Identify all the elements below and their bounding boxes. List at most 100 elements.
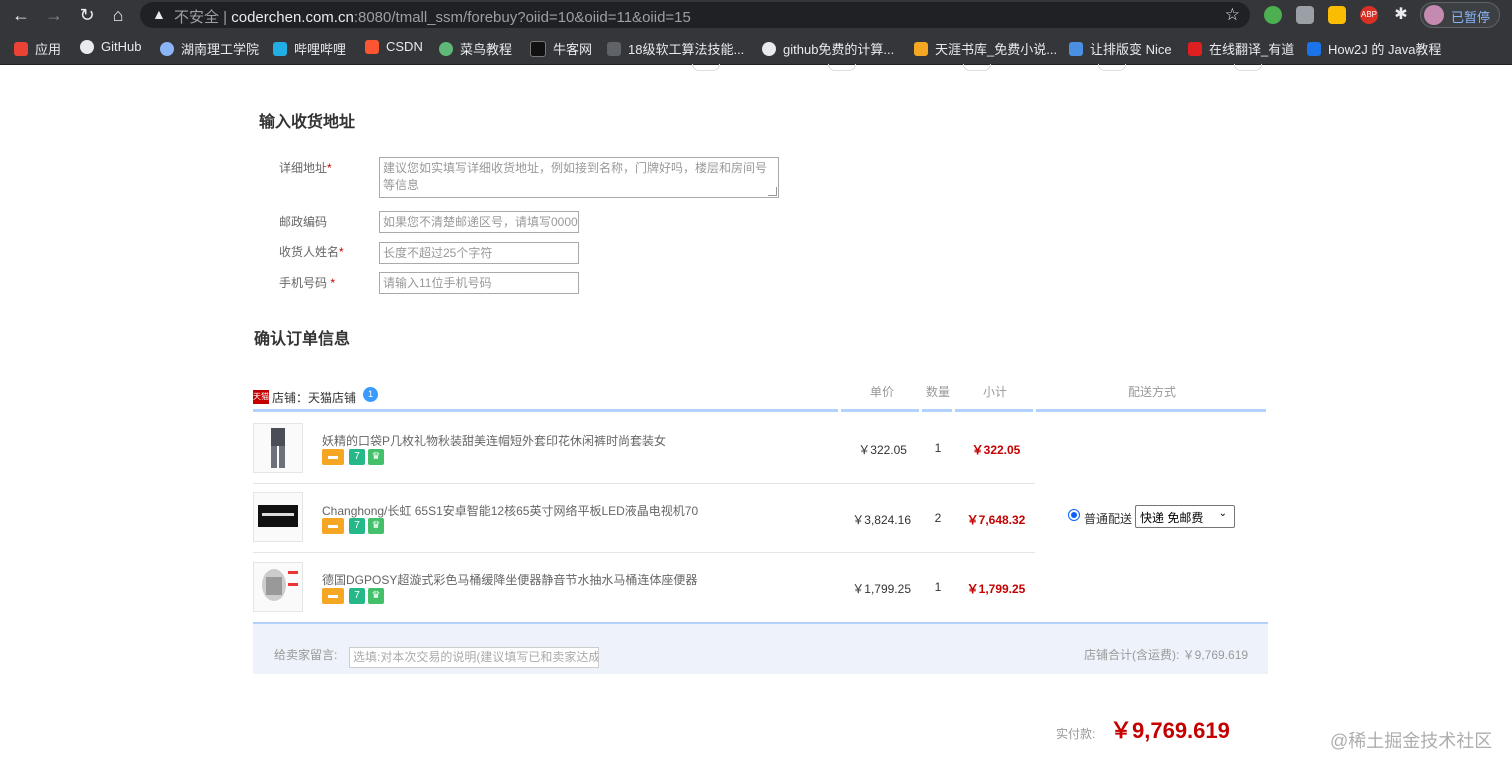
- product-name[interactable]: 妖精的口袋P几枚礼物秋装甜美连帽短外套印花休闲裤时尚套装女: [322, 432, 666, 449]
- bookmark-runoob[interactable]: 菜鸟教程: [439, 39, 512, 58]
- unit-price: ￥322.05: [858, 443, 907, 457]
- shop-name: 店铺：天猫店铺: [272, 391, 357, 405]
- receiver-label: 收货人姓名*: [279, 245, 344, 259]
- postcode-label: 邮政编码: [279, 215, 328, 229]
- unit-price: ￥1,799.25: [852, 582, 911, 596]
- clothing-icon: [271, 428, 285, 468]
- bookmark-tianya[interactable]: 天涯书库_免费小说...: [914, 39, 1057, 58]
- address-textarea[interactable]: 建议您如实填写详细收货地址，例如接到名称，门牌好吗，楼层和房间号等信息: [379, 157, 779, 198]
- quantity: 1: [934, 441, 942, 455]
- message-label: 给卖家留言:: [274, 648, 338, 662]
- tianya-icon: [914, 41, 928, 56]
- bookmark-csdn[interactable]: CSDN: [365, 39, 423, 54]
- browser-toolbar: ← → ↻ ⌂ ▲ 不安全 | coderchen.com.cn:8080/tm…: [0, 0, 1512, 30]
- decor-shape: [1098, 64, 1126, 71]
- youdao-icon: [1188, 41, 1202, 56]
- csdn-icon: [365, 39, 379, 54]
- bookmark-nowcoder[interactable]: 牛客网: [530, 39, 592, 58]
- pay-label: 实付款:: [1056, 727, 1096, 741]
- message-input[interactable]: 选填:对本次交易的说明(建议填写已和卖家达成一致的说明): [349, 647, 599, 668]
- camera-icon[interactable]: [1296, 6, 1314, 24]
- address-section-title: 输入收货地址: [259, 114, 356, 131]
- col-quantity: 数量: [926, 385, 951, 399]
- mobile-label: 手机号码 *: [279, 276, 336, 290]
- reload-icon[interactable]: ↻: [75, 3, 99, 27]
- header-divider: [1036, 409, 1266, 412]
- mdnice-icon: [1069, 41, 1083, 56]
- product-image[interactable]: [253, 492, 303, 542]
- shop-total: 店铺合计(含运费): ￥9,769.619: [1084, 648, 1249, 662]
- card-badge-icon: ▬: [322, 518, 344, 534]
- bilibili-icon: [273, 41, 287, 56]
- bookmark-star-icon[interactable]: ☆: [1225, 5, 1240, 25]
- product-image[interactable]: [253, 562, 303, 612]
- tv-icon: [258, 505, 298, 527]
- watermark: @稀土掘金技术社区: [1330, 731, 1493, 751]
- bookmark-mdnice[interactable]: 让排版变 Nice: [1069, 39, 1172, 58]
- avatar: [1424, 5, 1444, 25]
- extension-icon[interactable]: [1264, 6, 1282, 24]
- guarantee-badge-icon: ♛: [368, 518, 384, 534]
- product-name[interactable]: 德国DGPOSY超漩式彩色马桶缓降坐便器静音节水抽水马桶连体座便器: [322, 571, 697, 588]
- subtotal: ￥7,648.32: [966, 513, 1026, 527]
- row-divider: [253, 483, 1035, 484]
- apps-grid-icon: [14, 41, 28, 56]
- order-section-title: 确认订单信息: [254, 331, 351, 348]
- bookmark-apps[interactable]: 应用: [14, 39, 61, 58]
- header-divider: [922, 409, 952, 412]
- address-bar[interactable]: ▲ 不安全 | coderchen.com.cn:8080/tmall_ssm/…: [140, 2, 1250, 28]
- back-arrow-icon[interactable]: ←: [9, 3, 33, 27]
- chat-icon[interactable]: 1: [363, 387, 378, 402]
- github-icon: [80, 39, 94, 54]
- delivery-option-label: 普通配送: [1084, 512, 1133, 526]
- puzzle-icon[interactable]: ✱: [1392, 6, 1410, 24]
- receiver-input[interactable]: 长度不超过25个字符: [379, 242, 579, 264]
- product-image[interactable]: [253, 423, 303, 473]
- adblock-icon[interactable]: ABP: [1360, 6, 1378, 24]
- decor-shape: [828, 64, 856, 71]
- seven-day-badge-icon: 7: [349, 588, 365, 604]
- seven-day-badge-icon: 7: [349, 449, 365, 465]
- header-divider: [955, 409, 1033, 412]
- extension-icon[interactable]: [1328, 6, 1346, 24]
- subtotal: ￥322.05: [971, 443, 1021, 457]
- warning-icon: ▲: [152, 6, 166, 22]
- guarantee-badge-icon: ♛: [368, 588, 384, 604]
- bookmark-how2j[interactable]: How2J 的 Java教程: [1307, 39, 1441, 58]
- col-unit-price: 单价: [870, 385, 895, 399]
- card-badge-icon: ▬: [322, 588, 344, 604]
- url-text: 不安全 | coderchen.com.cn:8080/tmall_ssm/fo…: [174, 9, 691, 26]
- mobile-input[interactable]: 请输入11位手机号码: [379, 272, 579, 294]
- bookmark-youdao[interactable]: 在线翻译_有道: [1188, 39, 1294, 58]
- decor-shape: [1234, 64, 1262, 71]
- quantity: 2: [934, 511, 942, 525]
- forward-arrow-icon[interactable]: →: [42, 3, 66, 27]
- quantity: 1: [934, 580, 942, 594]
- delivery-select[interactable]: 快递 免邮费 ⌄: [1135, 505, 1235, 528]
- home-icon[interactable]: ⌂: [106, 3, 130, 27]
- course-icon: [607, 41, 621, 56]
- resize-grip-icon[interactable]: [768, 187, 777, 196]
- bookmark-hnist[interactable]: 湖南理工学院: [160, 39, 259, 58]
- profile-button[interactable]: 已暂停: [1420, 2, 1500, 28]
- address-label: 详细地址*: [279, 161, 332, 175]
- product-name[interactable]: Changhong/长虹 65S1安卓智能12核65英寸网络平板LED液晶电视机…: [322, 502, 698, 519]
- bookmark-algo[interactable]: 18级软工算法技能...: [607, 39, 744, 58]
- card-badge-icon: ▬: [322, 449, 344, 465]
- bookmark-github-free[interactable]: github免费的计算...: [762, 39, 894, 58]
- col-delivery: 配送方式: [1128, 385, 1177, 399]
- delivery-radio[interactable]: [1068, 509, 1080, 521]
- chevron-down-icon: ⌄: [1218, 508, 1227, 519]
- header-divider: [841, 409, 919, 412]
- col-subtotal: 小计: [983, 385, 1008, 399]
- tmall-shop-icon: 天猫: [253, 390, 269, 404]
- school-icon: [160, 41, 174, 56]
- decor-shape: [963, 64, 991, 71]
- bookmark-github[interactable]: GitHub: [80, 39, 141, 54]
- toilet-icon: [262, 569, 298, 601]
- unit-price: ￥3,824.16: [852, 513, 911, 527]
- bookmark-bilibili[interactable]: 哔哩哔哩: [273, 39, 346, 58]
- pay-amount: ￥9,769.619: [1110, 718, 1230, 743]
- postcode-input[interactable]: 如果您不清楚邮递区号，请填写000000: [379, 211, 579, 233]
- nowcoder-icon: [530, 40, 546, 57]
